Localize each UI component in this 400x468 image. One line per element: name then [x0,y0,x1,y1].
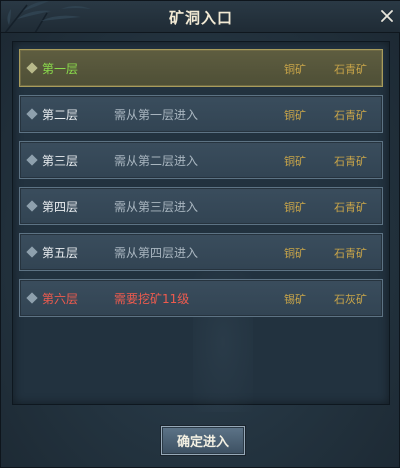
floor-ore-primary: 铜矿 [284,109,306,122]
floor-requirement: 需从第四层进入 [114,246,199,260]
floor-ore-secondary: 石青矿 [334,63,367,76]
floor-name: 第二层 [42,108,79,122]
close-button[interactable] [377,6,397,26]
floor-ore-primary: 铜矿 [284,63,306,76]
window-title: 矿洞入口 [168,9,233,27]
floor-row-6[interactable]: 第六层 需要挖矿11级 锡矿 石灰矿 [19,279,383,317]
diamond-icon [26,200,38,212]
floor-ore-primary: 锡矿 [284,293,306,306]
diamond-icon [26,154,38,166]
floor-name: 第三层 [42,154,79,168]
diamond-icon [26,62,38,74]
floor-row-5[interactable]: 第五层 需从第四层进入 铜矿 石青矿 [19,233,383,271]
floor-row-2[interactable]: 第二层 需从第一层进入 铜矿 石青矿 [19,95,383,133]
floor-requirement: 需从第三层进入 [114,200,199,214]
floor-ore-secondary: 石青矿 [334,109,367,122]
diamond-icon [26,108,38,120]
floor-ore-primary: 铜矿 [284,201,306,214]
floor-ore-secondary: 石青矿 [334,155,367,168]
floor-row-3[interactable]: 第三层 需从第二层进入 铜矿 石青矿 [19,141,383,179]
floor-ore-secondary: 石青矿 [334,201,367,214]
mine-entrance-window: 矿洞入口 第一层 铜矿 石青矿 第二层 需从第一层进入 铜矿 石青矿 第三层 需… [0,0,400,468]
floor-row-1[interactable]: 第一层 铜矿 石青矿 [19,49,383,87]
floor-requirement: 需从第一层进入 [114,108,199,122]
close-icon [381,10,393,22]
title-bar: 矿洞入口 [1,1,400,33]
diamond-icon [26,292,38,304]
floor-requirement: 需从第二层进入 [114,154,199,168]
floor-ore-secondary: 石灰矿 [334,293,367,306]
floor-ore-primary: 铜矿 [284,247,306,260]
floor-name: 第四层 [42,200,79,214]
confirm-enter-button[interactable]: 确定进入 [161,426,245,455]
floor-name: 第六层 [42,292,79,306]
floor-name: 第一层 [42,62,79,76]
floor-row-4[interactable]: 第四层 需从第三层进入 铜矿 石青矿 [19,187,383,225]
floor-list-panel: 第一层 铜矿 石青矿 第二层 需从第一层进入 铜矿 石青矿 第三层 需从第二层进… [12,41,390,412]
floor-requirement: 需要挖矿11级 [114,292,190,306]
floor-name: 第五层 [42,246,79,260]
diamond-icon [26,246,38,258]
floor-ore-primary: 铜矿 [284,155,306,168]
floor-ore-secondary: 石青矿 [334,247,367,260]
